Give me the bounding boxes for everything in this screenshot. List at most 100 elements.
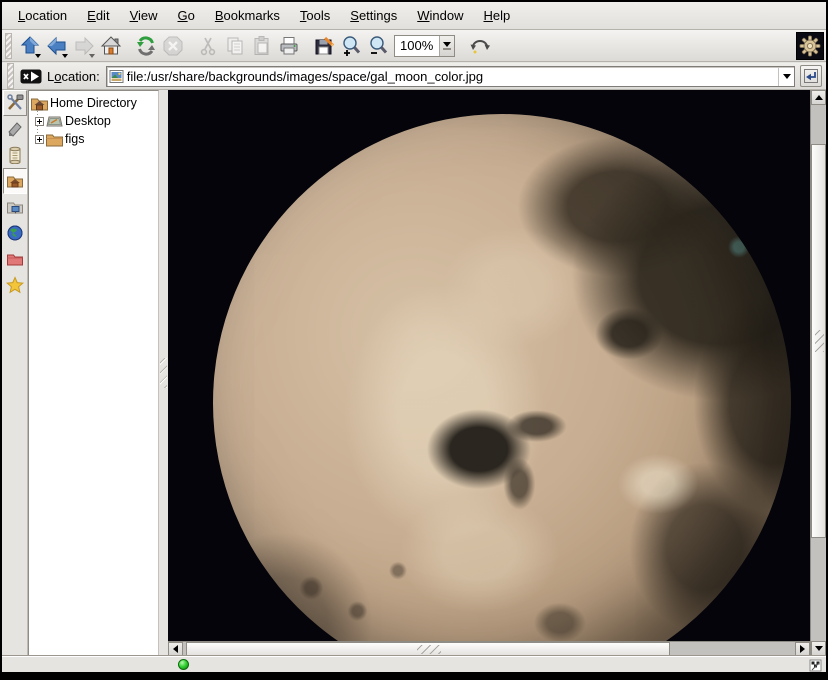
active-view-led-indicator: [178, 659, 189, 670]
arrow-left-icon: [173, 645, 178, 653]
location-combobox[interactable]: file:/usr/share/backgrounds/images/space…: [106, 66, 795, 87]
back-button[interactable]: [43, 32, 70, 60]
sidebar-icon-strip: [2, 90, 28, 656]
home-icon: [100, 35, 122, 57]
forward-dropdown-arrow: [89, 54, 95, 58]
rotate-button[interactable]: [466, 32, 493, 60]
tree-item-desktop[interactable]: Desktop: [31, 112, 158, 130]
statusbar: [2, 656, 826, 672]
rotate-icon: [469, 35, 491, 57]
print-button[interactable]: [275, 32, 302, 60]
network-folder-icon: [6, 198, 24, 216]
scroll-left-button[interactable]: [168, 642, 183, 656]
location-toolbar: Location: file:/usr/share/backgrounds/im…: [2, 63, 826, 90]
menu-item-window[interactable]: Window: [407, 4, 473, 27]
home-folder-icon: [6, 172, 24, 190]
arrow-down-icon: [815, 646, 823, 651]
zoom-in-icon: [340, 35, 362, 57]
sidebar-history-button[interactable]: [3, 142, 27, 168]
horizontal-scrollbar[interactable]: [168, 641, 810, 656]
location-label: Location:: [47, 69, 100, 84]
window-inner: LocationEditViewGoBookmarksToolsSettings…: [2, 2, 826, 672]
clear-location-button[interactable]: [20, 68, 42, 84]
copy-icon: [224, 35, 246, 57]
scroll-down-button[interactable]: [811, 641, 826, 656]
menu-item-location[interactable]: Location: [8, 4, 77, 27]
zoom-out-icon: [367, 35, 389, 57]
folder-home-icon: [31, 96, 48, 111]
go-button[interactable]: [800, 65, 822, 87]
sidebar-bookmarks-button[interactable]: [3, 116, 27, 142]
splitter-grip[interactable]: [160, 358, 167, 388]
history-scroll-icon: [6, 146, 24, 164]
expander-plus-icon[interactable]: [35, 117, 44, 126]
directory-tree-panel: Home Directory Desktop figs: [28, 90, 159, 656]
location-dropdown-button[interactable]: [778, 67, 794, 86]
expander-plus-icon[interactable]: [35, 135, 44, 144]
back-dropdown-arrow[interactable]: [62, 54, 68, 58]
tree-item-home[interactable]: Home Directory: [31, 94, 158, 112]
tree-item-figs[interactable]: figs: [31, 130, 158, 148]
moon-image: [213, 114, 791, 641]
red-folder-icon: [6, 250, 24, 268]
forward-button: [70, 32, 97, 60]
scissors-icon: [197, 35, 219, 57]
sidebar-configure-button[interactable]: [3, 90, 27, 116]
sidebar-web-button[interactable]: [3, 220, 27, 246]
up-dropdown-arrow[interactable]: [35, 54, 41, 58]
zoom-level-value[interactable]: 100%: [395, 36, 439, 56]
horizontal-scroll-thumb[interactable]: [186, 642, 670, 656]
toolbar-drag-handle[interactable]: [5, 33, 12, 59]
menu-item-view[interactable]: View: [120, 4, 168, 27]
menu-item-tools[interactable]: Tools: [290, 4, 340, 27]
location-url-text[interactable]: file:/usr/share/backgrounds/images/space…: [127, 69, 778, 84]
home-button[interactable]: [97, 32, 124, 60]
scroll-up-button[interactable]: [811, 90, 826, 105]
kde-gear-icon: [798, 34, 822, 58]
menu-item-settings[interactable]: Settings: [340, 4, 407, 27]
sidebar-root-folder-button[interactable]: [3, 246, 27, 272]
desktop-icon: [46, 114, 63, 129]
main-toolbar: 100%: [2, 30, 826, 62]
vertical-scroll-thumb[interactable]: [811, 144, 826, 538]
image-file-icon: [107, 69, 127, 84]
panel-splitter[interactable]: [159, 90, 168, 656]
save-as-button[interactable]: [310, 32, 337, 60]
zoom-in-button[interactable]: [337, 32, 364, 60]
tree-item-label[interactable]: Home Directory: [50, 96, 137, 110]
stop-button: [159, 32, 186, 60]
reload-icon: [135, 35, 157, 57]
sidebar-network-button[interactable]: [3, 194, 27, 220]
star-icon: [6, 276, 24, 294]
chevron-down-icon: [783, 74, 791, 79]
menu-item-go[interactable]: Go: [168, 4, 205, 27]
menu-item-edit[interactable]: Edit: [77, 4, 119, 27]
clear-location-icon: [20, 69, 42, 84]
folder-icon: [46, 132, 63, 147]
locationbar-drag-handle[interactable]: [7, 63, 14, 89]
arrow-up-icon: [815, 95, 823, 100]
menubar: LocationEditViewGoBookmarksToolsSettings…: [2, 2, 826, 30]
cut-button: [194, 32, 221, 60]
konqueror-throbber[interactable]: [796, 32, 824, 60]
zoom-dropdown-button[interactable]: [439, 36, 454, 56]
vertical-scrollbar[interactable]: [810, 90, 826, 656]
paste-icon: [251, 35, 273, 57]
tree-item-label[interactable]: Desktop: [65, 114, 111, 128]
menu-item-bookmarks[interactable]: Bookmarks: [205, 4, 290, 27]
sidebar-home-folder-button[interactable]: [3, 168, 27, 194]
sidebar-services-button[interactable]: [3, 272, 27, 298]
zoom-out-button[interactable]: [364, 32, 391, 60]
copy-button: [221, 32, 248, 60]
configure-tools-icon: [6, 94, 24, 112]
tree-item-label[interactable]: figs: [65, 132, 84, 146]
save-as-floppy-icon: [313, 35, 335, 57]
up-button[interactable]: [16, 32, 43, 60]
menu-item-help[interactable]: Help: [474, 4, 521, 27]
scroll-right-button[interactable]: [795, 642, 810, 656]
konqueror-window: LocationEditViewGoBookmarksToolsSettings…: [0, 0, 828, 680]
reload-button[interactable]: [132, 32, 159, 60]
page-flag-icon[interactable]: [809, 659, 822, 675]
chevron-down-icon: [443, 42, 451, 47]
zoom-level-combo[interactable]: 100%: [394, 35, 455, 57]
